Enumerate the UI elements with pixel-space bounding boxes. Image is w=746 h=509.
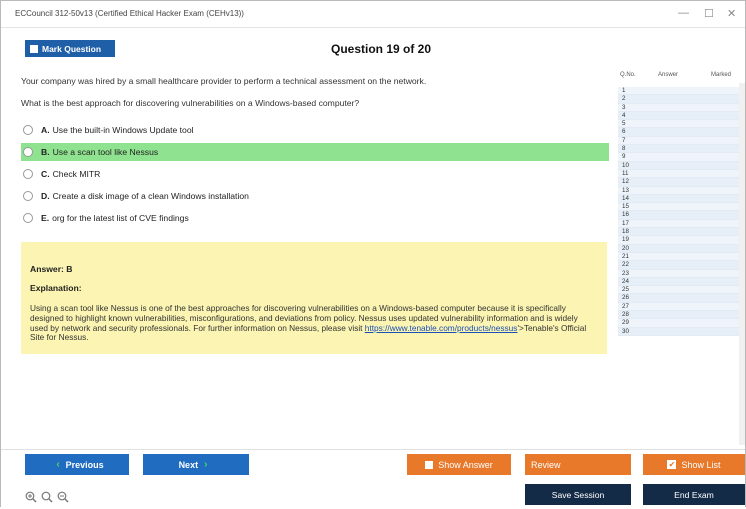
bottom-bar: ‹ Previous Next › Show Answer Review ✔ S… (1, 449, 745, 509)
question-list-row[interactable]: 25 (618, 286, 743, 295)
question-list-header: Q.No. Answer Marked (616, 67, 745, 83)
answer-explanation-box: Answer: B Explanation: Using a scan tool… (21, 242, 607, 354)
mark-question-label: Mark Question (42, 43, 102, 54)
close-icon[interactable]: ✕ (727, 7, 736, 20)
show-list-label: Show List (681, 459, 721, 470)
option-letter: D. (41, 191, 50, 201)
question-list-row[interactable]: 10 (618, 161, 743, 170)
option-text: Check MITR (52, 169, 101, 179)
question-list-panel: Q.No. Answer Marked 1 2 3 4 5 6 7 8 9 10 11 12 13 14 1… (616, 67, 745, 445)
explanation-text: Using a scan tool like Nessus is one of … (30, 303, 598, 343)
zoom-controls (25, 490, 69, 503)
question-list-row[interactable]: 9 (618, 153, 743, 162)
header-qno: Q.No. (620, 72, 636, 78)
question-list-row[interactable]: 15 (618, 203, 743, 212)
title-bar: ECCouncil 312-50v13 (Certified Ethical H… (1, 1, 745, 28)
question-list-row[interactable]: 26 (618, 294, 743, 303)
radio-icon[interactable] (23, 169, 33, 179)
end-exam-label: End Exam (674, 489, 714, 500)
show-answer-label: Show Answer (438, 459, 493, 470)
option-letter: B. (41, 147, 50, 157)
question-list-rows: 1 2 3 4 5 6 7 8 9 10 11 12 13 14 15 16 17 18 19 20 21 22 23 24 2… (618, 87, 743, 336)
option-a[interactable]: A. Use the built-in Windows Update tool (21, 121, 609, 139)
radio-icon[interactable] (23, 191, 33, 201)
checkbox-icon (425, 460, 434, 469)
radio-icon[interactable] (23, 213, 33, 223)
app-window: ECCouncil 312-50v13 (Certified Ethical H… (0, 0, 746, 509)
previous-button[interactable]: ‹ Previous (25, 454, 129, 475)
option-c[interactable]: C. Check MITR (21, 165, 609, 183)
question-list-row[interactable]: 20 (618, 244, 743, 253)
radio-icon[interactable] (23, 147, 33, 157)
review-button[interactable]: Review (525, 454, 631, 475)
question-list-row[interactable]: 4 (618, 111, 743, 121)
question-list-row[interactable]: 14 (618, 194, 743, 204)
save-session-button[interactable]: Save Session (525, 484, 631, 505)
chevron-right-icon: › (204, 459, 208, 470)
question-list-row[interactable]: 2 (618, 95, 743, 104)
maximize-icon[interactable]: ☐ (704, 7, 714, 20)
question-counter: Question 19 of 20 (330, 42, 432, 56)
option-text: Create a disk image of a clean Windows i… (52, 191, 249, 201)
question-header: Mark Question Question 19 of 20 (1, 37, 745, 61)
question-list-row[interactable]: 24 (618, 277, 743, 287)
question-list-row[interactable]: 28 (618, 311, 743, 320)
checkmark-icon: ✔ (667, 460, 677, 469)
nessus-link[interactable]: https://www.tenable.com/products/nessus (365, 323, 518, 333)
option-letter: A. (41, 125, 50, 135)
option-text: org for the latest list of CVE findings (52, 213, 189, 223)
end-exam-button[interactable]: End Exam (643, 484, 745, 505)
question-list-row[interactable]: 8 (618, 145, 743, 154)
question-list-row[interactable]: 23 (618, 269, 743, 278)
question-list-row[interactable]: 12 (618, 178, 743, 187)
checkbox-icon (30, 44, 38, 53)
option-b[interactable]: B. Use a scan tool like Nessus (21, 143, 609, 161)
answer-label: Answer: B (30, 264, 73, 274)
option-letter: E. (41, 213, 50, 223)
review-label: Review (531, 459, 561, 470)
question-list-row[interactable]: 13 (618, 186, 743, 195)
question-list-row[interactable]: 29 (618, 319, 743, 328)
question-list-row[interactable]: 22 (618, 261, 743, 270)
window-title: ECCouncil 312-50v13 (Certified Ethical H… (15, 9, 244, 18)
question-text: What is the best approach for discoverin… (21, 98, 360, 108)
question-context: Your company was hired by a small health… (21, 76, 427, 86)
option-e[interactable]: E. org for the latest list of CVE findin… (21, 209, 609, 227)
next-label: Next (178, 459, 199, 470)
radio-icon[interactable] (23, 125, 33, 135)
question-list-row[interactable]: 5 (618, 120, 743, 129)
question-list-row[interactable]: 16 (618, 211, 743, 220)
question-list-scrollbar[interactable] (739, 83, 745, 445)
save-session-label: Save Session (551, 489, 605, 500)
show-list-button[interactable]: ✔ Show List (643, 454, 745, 475)
question-list-row[interactable]: 27 (618, 302, 743, 312)
mark-question-button[interactable]: Mark Question (25, 40, 115, 57)
zoom-out-icon[interactable] (57, 490, 69, 503)
question-list-row[interactable]: 3 (618, 103, 743, 112)
previous-label: Previous (65, 459, 104, 470)
question-list-row[interactable]: 21 (618, 252, 743, 262)
header-answer: Answer (658, 72, 679, 78)
option-letter: C. (41, 169, 50, 179)
zoom-in-icon[interactable] (25, 490, 37, 503)
question-list-row[interactable]: 6 (618, 128, 743, 137)
zoom-reset-icon[interactable] (41, 490, 53, 503)
chevron-left-icon: ‹ (56, 459, 60, 470)
question-list-row[interactable]: 18 (618, 228, 743, 237)
option-text: Use a scan tool like Nessus (52, 147, 159, 157)
question-list-row[interactable]: 11 (618, 169, 743, 179)
minimize-icon[interactable]: — (678, 7, 689, 19)
option-d[interactable]: D. Create a disk image of a clean Window… (21, 187, 609, 205)
question-list-row[interactable]: 19 (618, 236, 743, 245)
option-text: Use the built-in Windows Update tool (52, 125, 194, 135)
question-list-row[interactable]: 1 (618, 87, 743, 96)
question-list-row[interactable]: 17 (618, 219, 743, 229)
question-list-row[interactable]: 30 (618, 327, 743, 336)
question-list-row[interactable]: 7 (618, 136, 743, 146)
show-answer-button[interactable]: Show Answer (407, 454, 511, 475)
header-marked: Marked (711, 72, 732, 78)
explanation-label: Explanation: (30, 283, 82, 293)
next-button[interactable]: Next › (143, 454, 249, 475)
